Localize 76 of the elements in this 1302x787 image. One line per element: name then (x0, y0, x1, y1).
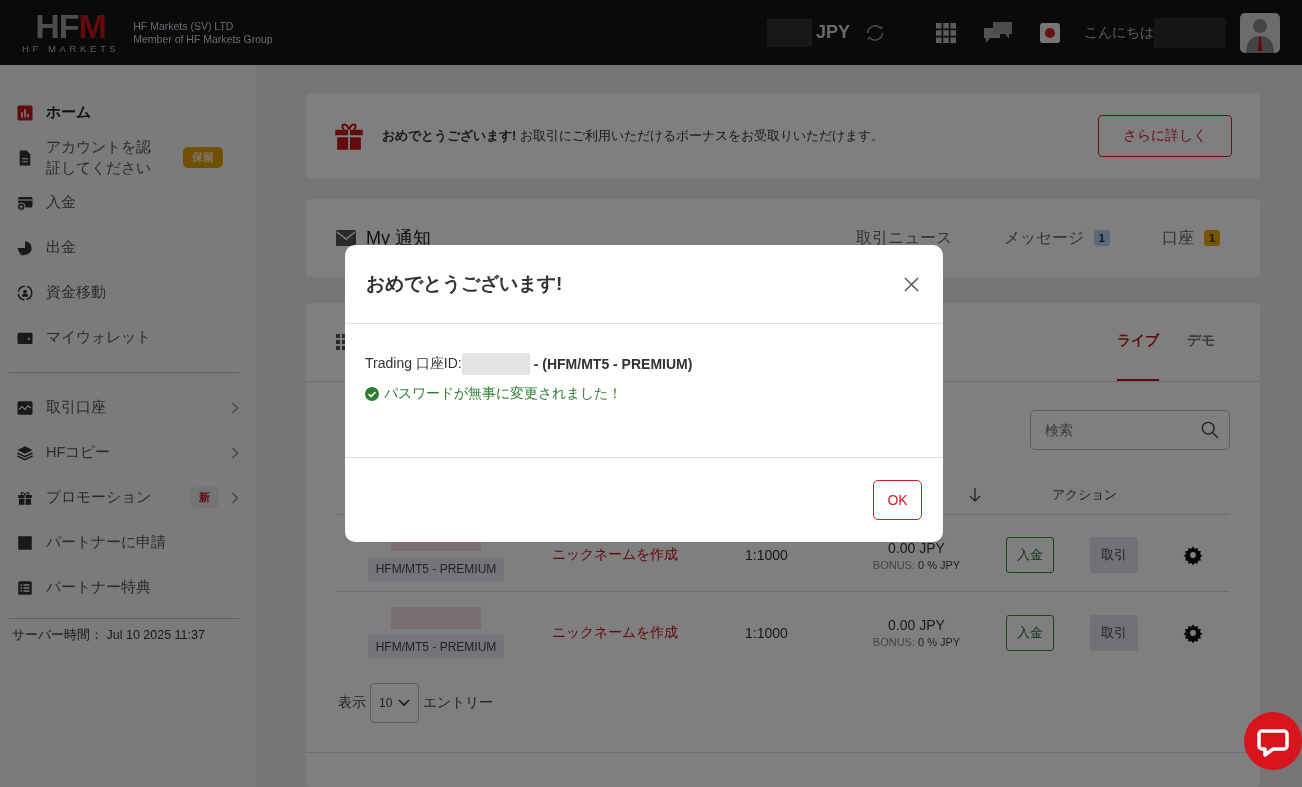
search-field[interactable]: 検索 (1030, 410, 1230, 450)
company-line: Member of HF Markets Group (133, 32, 273, 46)
account-tab[interactable]: ライブ (1117, 303, 1159, 381)
layers-icon (16, 443, 34, 462)
account-label: Trading 口座ID: (365, 355, 462, 373)
check-circle-icon (365, 387, 379, 401)
sidebar-item[interactable]: アカウントを認証してください 保留 (9, 135, 239, 180)
platform-tag: HFM/MT5 - PREMIUM (367, 557, 505, 581)
show-label: 表示 (338, 694, 366, 712)
count-badge: 1 (1093, 230, 1110, 246)
nickname-link[interactable]: ニックネームを作成 (552, 623, 678, 642)
column-header: アクション (1051, 486, 1117, 504)
sidebar-item[interactable]: プロモーション 新 (9, 475, 239, 520)
sidebar-item[interactable]: 出金 (9, 225, 239, 270)
bonus-value: 0 % JPY (918, 558, 961, 571)
flag-icon[interactable] (1040, 22, 1060, 43)
account-tab[interactable]: デモ (1187, 303, 1215, 381)
status-badge: 保留 (182, 147, 223, 168)
dialog-title: おめでとうございます! (366, 272, 563, 296)
company-line: HF Markets (SV) LTD (133, 19, 235, 33)
sidebar-item[interactable]: パートナーに申請 (9, 520, 239, 565)
trade-button[interactable]: 取引 (1090, 614, 1138, 651)
bonus-value: 0 % JPY (918, 636, 961, 648)
sidebar-item[interactable]: HFコピー (9, 430, 239, 475)
list-icon (16, 578, 34, 597)
sidebar-item[interactable]: ホーム (9, 90, 239, 135)
learn-more-button[interactable]: さらに詳しく (1098, 115, 1232, 157)
deposit-button[interactable]: 入金 (1006, 614, 1054, 651)
sidebar-item[interactable]: マイウォレット (9, 315, 239, 360)
settings-icon[interactable] (1183, 622, 1203, 643)
sidebar-item[interactable]: 取引口座 (9, 385, 239, 430)
sort-arrow-icon (969, 488, 981, 502)
page-size-select[interactable]: 10 (370, 683, 420, 723)
nickname-link[interactable]: ニックネームを作成 (552, 546, 678, 564)
deposit-button[interactable]: 入金 (1006, 537, 1054, 573)
notification-tab[interactable]: 取引ニュース (855, 227, 952, 249)
currency-label: JPY (815, 22, 850, 43)
success-message: パスワードが無事に変更されました！ (384, 385, 622, 403)
chat-icon[interactable] (1243, 711, 1302, 771)
bonus-label: BONUS: (872, 636, 915, 648)
close-icon (904, 276, 919, 292)
leverage-text: 1:1000 (745, 624, 788, 641)
balance-text: 0.00 JPY (888, 539, 945, 556)
apps-grid-icon[interactable] (936, 22, 956, 43)
trade-button[interactable]: 取引 (1090, 537, 1138, 573)
chevron-down-icon (398, 699, 411, 707)
status-badge: 新 (190, 487, 219, 508)
search-icon (1201, 421, 1219, 439)
chat-bubbles-icon[interactable] (984, 21, 1012, 44)
chart-icon (16, 103, 34, 122)
notification-tab[interactable]: メッセージ 1 (1003, 227, 1110, 249)
leverage-text: 1:1000 (745, 547, 788, 563)
sidebar-item[interactable]: 入金 (9, 180, 239, 225)
pie-icon (16, 238, 34, 257)
bonus-message: おめでとうございます! お取引にご利用いただけるボーナスをお受取りいただけます。 (382, 127, 885, 145)
notification-tab[interactable]: 口座 1 (1161, 227, 1220, 249)
greeting-text: こんにちは (1084, 23, 1154, 42)
entries-label: エントリー (423, 694, 494, 712)
logo-subtitle: HF MARKETS (22, 43, 120, 54)
account-type: - (HFM/MT5 - PREMIUM) (533, 356, 693, 372)
ok-button[interactable]: OK (873, 480, 922, 520)
gift-icon (334, 122, 364, 150)
avatar-icon[interactable] (1240, 12, 1280, 53)
settings-icon[interactable] (1183, 545, 1203, 565)
user-cycle-icon (16, 283, 34, 302)
platform-tag: HFM/MT5 - PREMIUM (367, 634, 505, 659)
redaction-mark (461, 353, 530, 375)
bonus-label: BONUS: (872, 558, 915, 571)
count-badge: 1 (1203, 230, 1220, 246)
sidebar-item[interactable]: パートナー特典 (9, 565, 239, 610)
sidebar-item[interactable]: 資金移動 (9, 270, 239, 315)
line-chart-icon (16, 398, 34, 417)
logo-wordmark: HFM (35, 11, 106, 41)
square-icon (16, 533, 34, 552)
balance-text: 0.00 JPY (888, 617, 945, 633)
server-time: サーバー時間： Jul 10 2025 11:37 (11, 627, 206, 644)
